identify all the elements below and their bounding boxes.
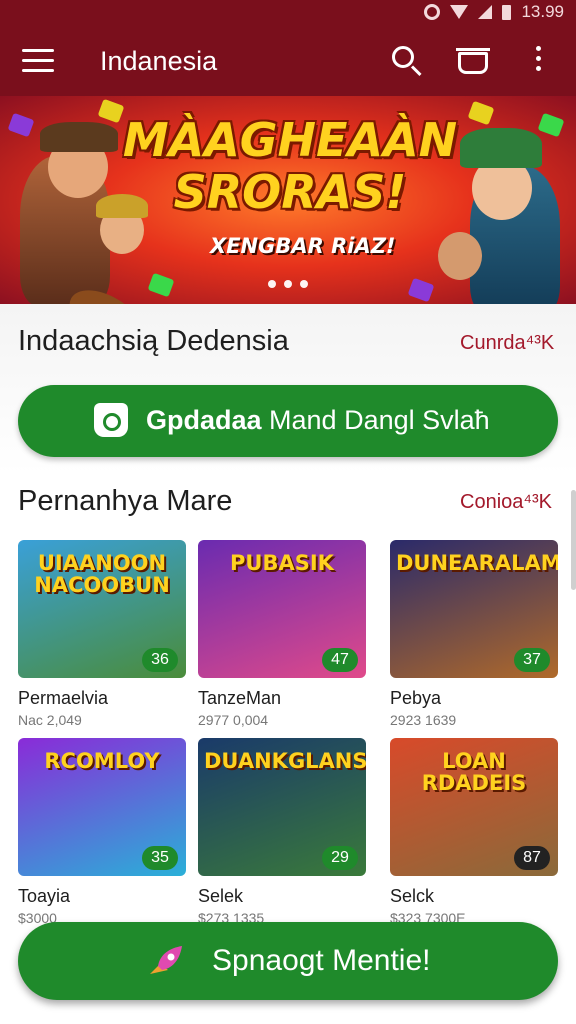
popular-section-title: Pernanhya Mare [18,485,233,517]
game-card[interactable]: LOAN RDADEIS 87 Selck $323 7300E [390,738,558,926]
game-thumbnail[interactable]: PUBASIK 47 [198,540,366,678]
hamburger-icon[interactable] [22,49,54,73]
app-bar: Indanesia [0,24,576,96]
rating-badge: 37 [514,648,550,672]
game-thumbnail-title: DUANKGLANS [204,749,366,773]
download-button-label: Gpdadaa Mand Dangl Svlaħ [146,405,490,436]
featured-section-title: Indaachsią Dedensia [18,325,289,357]
featured-section-link[interactable]: Cunrda⁴³K [460,332,554,355]
game-card[interactable]: RCOMLOY 35 Toayia $3000 [18,738,186,926]
promo-banner[interactable]: MÀAGHEAÀN SRORAS! XENGBAR RiAZ! [0,96,576,304]
game-thumbnail-title: LOAN RDADEIS [421,749,527,795]
status-bar: 13.99 [0,0,576,24]
decor-block [147,272,175,298]
carousel-dot[interactable] [284,280,292,288]
download-button[interactable]: Gpdadaa Mand Dangl Svlaħ [18,385,558,457]
banner-title-line: MÀAGHEAÀN [122,113,458,167]
start-now-button-label: Spnaogt Mentie! [212,944,431,977]
game-card[interactable]: PUBASIK 47 TanzeMan 2977 0,004 [198,540,366,728]
rating-badge: 36 [142,648,178,672]
scrollbar[interactable] [571,490,576,590]
store-bag-icon [94,403,128,437]
game-thumbnail[interactable]: UIAANOON NACOOBUN 36 [18,540,186,678]
search-icon[interactable] [390,44,424,78]
download-button-label-bold: Gpdadaa [146,405,262,435]
game-thumbnail-title: RCOMLOY [44,749,160,773]
game-name: Pebya [390,688,442,708]
more-vertical-icon[interactable] [536,46,544,76]
rating-badge: 29 [322,846,358,870]
carousel-indicator[interactable] [268,280,308,288]
game-thumbnail[interactable]: DUNEARALAM 37 [390,540,558,678]
rocket-icon [150,946,182,974]
battery-icon [502,4,512,20]
settings-icon [424,4,441,20]
game-name: Selck [390,886,435,906]
rating-badge: 87 [514,846,550,870]
game-name: TanzeMan [198,688,282,708]
game-name: Selek [198,886,244,906]
wifi-icon [450,5,469,19]
game-card[interactable]: DUANKGLANS 29 Selek $273 1335 [198,738,366,926]
game-thumbnail-title: PUBASIK [230,551,334,575]
game-meta: Nac 2,049 [18,712,82,728]
game-card[interactable]: UIAANOON NACOOBUN 36 Permaelvia Nac 2,049 [18,540,186,728]
start-now-button[interactable]: Spnaogt Mentie! [18,922,558,1000]
decor-block [7,112,35,138]
game-thumbnail[interactable]: LOAN RDADEIS 87 [390,738,558,876]
decor-block [467,100,495,126]
game-meta: 2923 1639 [390,712,457,728]
signal-icon [478,5,493,19]
decor-block [537,112,565,138]
game-thumbnail[interactable]: RCOMLOY 35 [18,738,186,876]
banner-character-head [438,232,482,280]
app-title: Indanesia [100,46,218,76]
banner-title: MÀAGHEAÀN SRORAS! [120,114,460,218]
game-thumbnail-title: DUNEARALAM [396,551,558,575]
game-card[interactable]: DUNEARALAM 37 Pebya 2923 1639 [390,540,558,728]
game-name: Toayia [18,886,71,906]
popular-section-link[interactable]: Conioa⁴³K [460,491,552,514]
status-time: 13.99 [521,2,564,21]
carousel-dot[interactable] [268,280,276,288]
game-name: Permaelvia [18,688,109,708]
banner-character-hat [460,128,542,168]
decor-block [407,277,435,303]
rating-badge: 35 [142,846,178,870]
download-button-label-rest: Mand Dangl Svlaħ [261,405,490,435]
banner-character-hat [40,122,118,152]
banner-title-line: SRORAS! [173,165,407,219]
game-thumbnail-title: UIAANOON NACOOBUN [34,551,170,597]
game-meta: 2977 0,004 [198,712,269,728]
game-thumbnail[interactable]: DUANKGLANS 29 [198,738,366,876]
shopping-bag-icon[interactable] [456,46,492,76]
carousel-dot[interactable] [300,280,308,288]
rating-badge: 47 [322,648,358,672]
banner-tagline: XENGBAR RiAZ! [210,234,396,258]
